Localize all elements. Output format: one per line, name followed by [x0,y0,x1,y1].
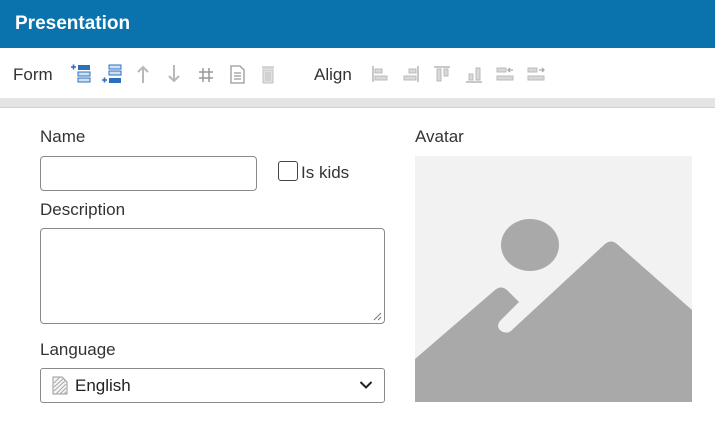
delete-icon[interactable] [257,63,279,85]
distribute-left-icon[interactable] [494,63,516,85]
align-left-icon[interactable] [369,63,391,85]
image-placeholder-icon [415,219,692,402]
language-label: Language [40,340,116,359]
align-toolbar-label: Align [314,65,352,84]
description-label: Description [40,200,126,219]
move-up-icon[interactable] [132,63,154,85]
distribute-right-icon[interactable] [525,63,547,85]
is-kids-label: Is kids [301,163,350,182]
avatar-label: Avatar [415,127,464,146]
align-right-icon[interactable] [400,63,422,85]
language-selected-value: English [75,376,131,395]
form-toolbar-label: Form [13,65,53,84]
name-label: Name [40,127,86,146]
description-textarea[interactable] [40,228,385,324]
name-input[interactable] [40,156,257,191]
align-bottom-icon[interactable] [463,63,485,85]
document-icon[interactable] [226,63,248,85]
avatar-image-placeholder[interactable] [415,156,692,402]
window-title: Presentation [15,13,131,34]
title-bar: Presentation [0,0,715,48]
toolbar: Form Align [0,48,715,99]
insert-row-below-icon[interactable] [101,63,123,85]
language-select[interactable]: English [40,368,385,403]
chevron-down-icon[interactable] [359,380,373,390]
is-kids-checkbox[interactable] [278,161,298,181]
move-down-icon[interactable] [163,63,185,85]
language-flag-icon [52,376,68,395]
grid-icon[interactable] [195,63,217,85]
align-top-icon[interactable] [431,63,453,85]
splitter[interactable] [0,98,715,108]
resize-handle-icon[interactable] [372,311,382,321]
insert-row-above-icon[interactable] [70,63,92,85]
